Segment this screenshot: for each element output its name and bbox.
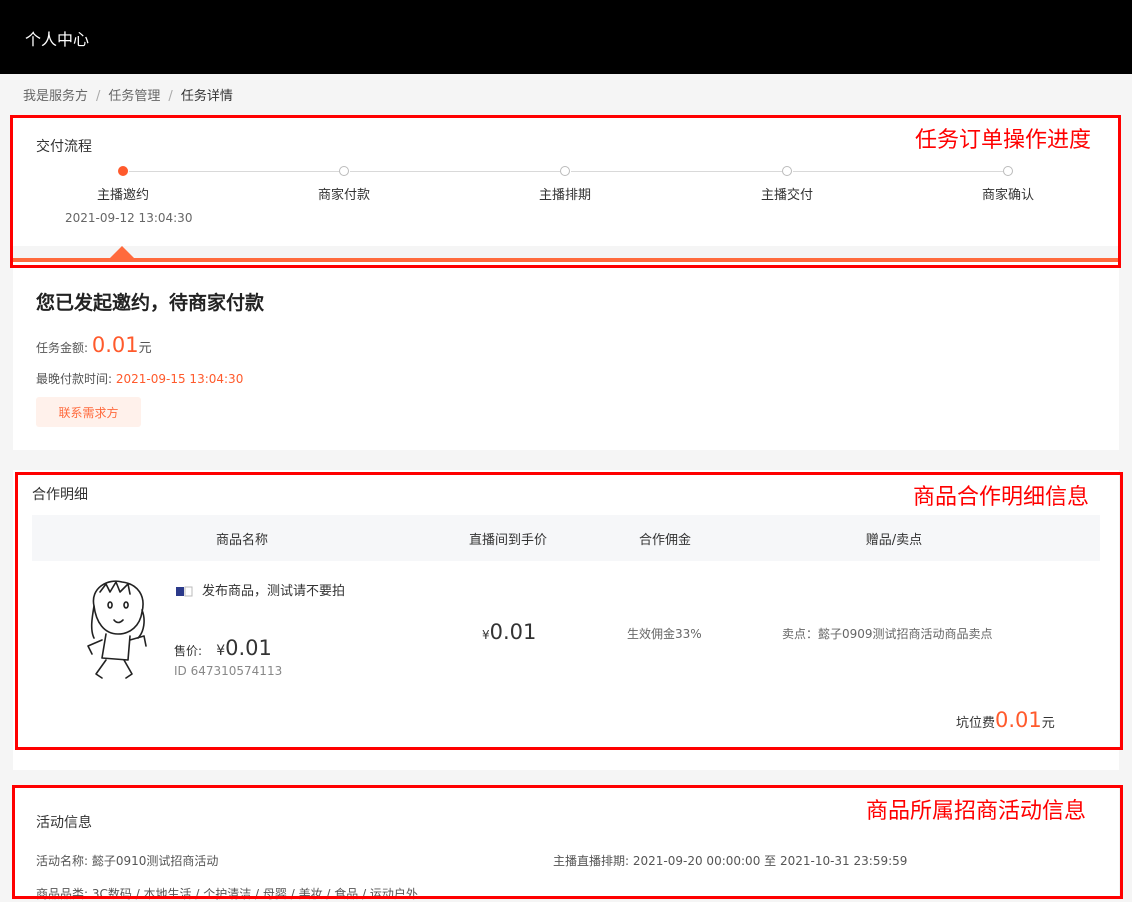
selling-point: 卖点：懿子0909测试招商活动商品卖点 — [782, 627, 993, 641]
product-category: 商品品类: 3C数码 / 本地生活 / 个护清洁 / 母婴 / 美妆 / 食品 … — [36, 885, 418, 902]
progress-connector — [129, 171, 339, 172]
task-amount-unit: 元 — [138, 341, 152, 356]
step-dot-schedule — [560, 166, 570, 176]
active-step-pointer — [110, 246, 134, 258]
payment-deadline-value: 2021-09-15 13:04:30 — [115, 372, 244, 386]
step-label-deliver: 主播交付 — [760, 188, 813, 203]
column-gift-selling-point: 赠品/卖点 — [865, 533, 923, 548]
task-amount-label: 任务金额: — [36, 341, 89, 355]
live-schedule: 主播直播排期: 2021-09-20 00:00:00 至 2021-10-31… — [553, 852, 907, 869]
sale-price-currency: ¥ — [216, 643, 226, 659]
cooperation-table-header: 商品名称 直播间到手价 合作佣金 赠品/卖点 — [32, 515, 1100, 561]
commission-rate: 生效佣金33% — [627, 627, 702, 641]
step-dot-invite-active — [118, 166, 128, 176]
breadcrumb-separator: / — [168, 89, 173, 104]
task-amount: 任务金额: 0.01元 — [36, 333, 152, 357]
step-dot-payment — [339, 166, 349, 176]
breadcrumb-item-provider[interactable]: 我是服务方 — [23, 89, 88, 104]
column-commission: 合作佣金 — [638, 533, 691, 548]
step-time: 2021-09-12 13:04:30 — [65, 211, 193, 225]
step-label-schedule: 主播排期 — [538, 188, 591, 203]
breadcrumb-item-current: 任务详情 — [180, 89, 233, 104]
live-schedule-value: 2021-09-20 00:00:00 至 2021-10-31 23:59:5… — [632, 854, 908, 868]
live-price: ¥0.01 — [482, 620, 536, 644]
page-title: 个人中心 — [25, 30, 90, 49]
progress-connector — [350, 171, 560, 172]
breadcrumb: 我是服务方 / 任务管理 / 任务详情 — [23, 85, 233, 104]
sale-price-value: 0.01 — [225, 636, 272, 660]
step-dot-deliver — [782, 166, 792, 176]
contact-requester-button[interactable]: 联系需求方 — [36, 397, 141, 427]
activity-name-value: 懿子0910测试招商活动 — [91, 854, 219, 868]
live-price-value: 0.01 — [489, 620, 537, 644]
breadcrumb-item-task-manage[interactable]: 任务管理 — [108, 89, 160, 104]
activity-name: 活动名称: 懿子0910测试招商活动 — [36, 852, 218, 869]
annotation-label-progress: 任务订单操作进度 — [915, 128, 1092, 153]
product-id: ID 647310574113 — [174, 664, 283, 678]
delivery-title: 交付流程 — [36, 139, 92, 155]
column-live-price: 直播间到手价 — [468, 533, 547, 548]
live-schedule-label: 主播直播排期: — [553, 854, 630, 868]
task-amount-value: 0.01 — [91, 333, 139, 357]
sale-price-label: 售价: — [174, 644, 203, 658]
column-product-name: 商品名称 — [215, 533, 268, 548]
status-title: 您已发起邀约，待商家付款 — [36, 292, 265, 314]
product-name-text: 发布商品，测试请不要拍 — [202, 584, 346, 599]
product-thumbnail[interactable] — [80, 574, 156, 684]
step-label-invite: 主播邀约 — [96, 188, 149, 203]
product-flag-icon — [174, 586, 202, 598]
activity-title: 活动信息 — [36, 815, 92, 831]
slot-fee-value: 0.01 — [995, 708, 1042, 732]
annotation-label-cooperation: 商品合作明细信息 — [913, 485, 1090, 510]
slot-fee-label: 坑位费 — [956, 716, 996, 731]
step-label-payment: 商家付款 — [317, 188, 370, 203]
payment-deadline: 最晚付款时间: 2021-09-15 13:04:30 — [36, 370, 243, 387]
slot-fee-unit: 元 — [1041, 716, 1055, 731]
product-sale-price: 售价: ¥0.01 — [174, 636, 272, 660]
activity-name-label: 活动名称: — [36, 854, 89, 868]
product-name[interactable]: 发布商品，测试请不要拍 — [174, 580, 384, 599]
progress-connector — [793, 171, 1003, 172]
live-price-currency: ¥ — [482, 628, 490, 642]
slot-fee: 坑位费0.01元 — [956, 708, 1055, 732]
step-dot-confirm — [1003, 166, 1013, 176]
breadcrumb-separator: / — [96, 89, 101, 104]
payment-deadline-label: 最晚付款时间: — [36, 372, 113, 386]
annotation-label-activity: 商品所属招商活动信息 — [866, 799, 1087, 824]
step-label-confirm: 商家确认 — [981, 188, 1034, 203]
cooperation-title: 合作明细 — [32, 487, 88, 503]
top-bar: 个人中心 — [0, 0, 1132, 74]
progress-connector — [571, 171, 782, 172]
